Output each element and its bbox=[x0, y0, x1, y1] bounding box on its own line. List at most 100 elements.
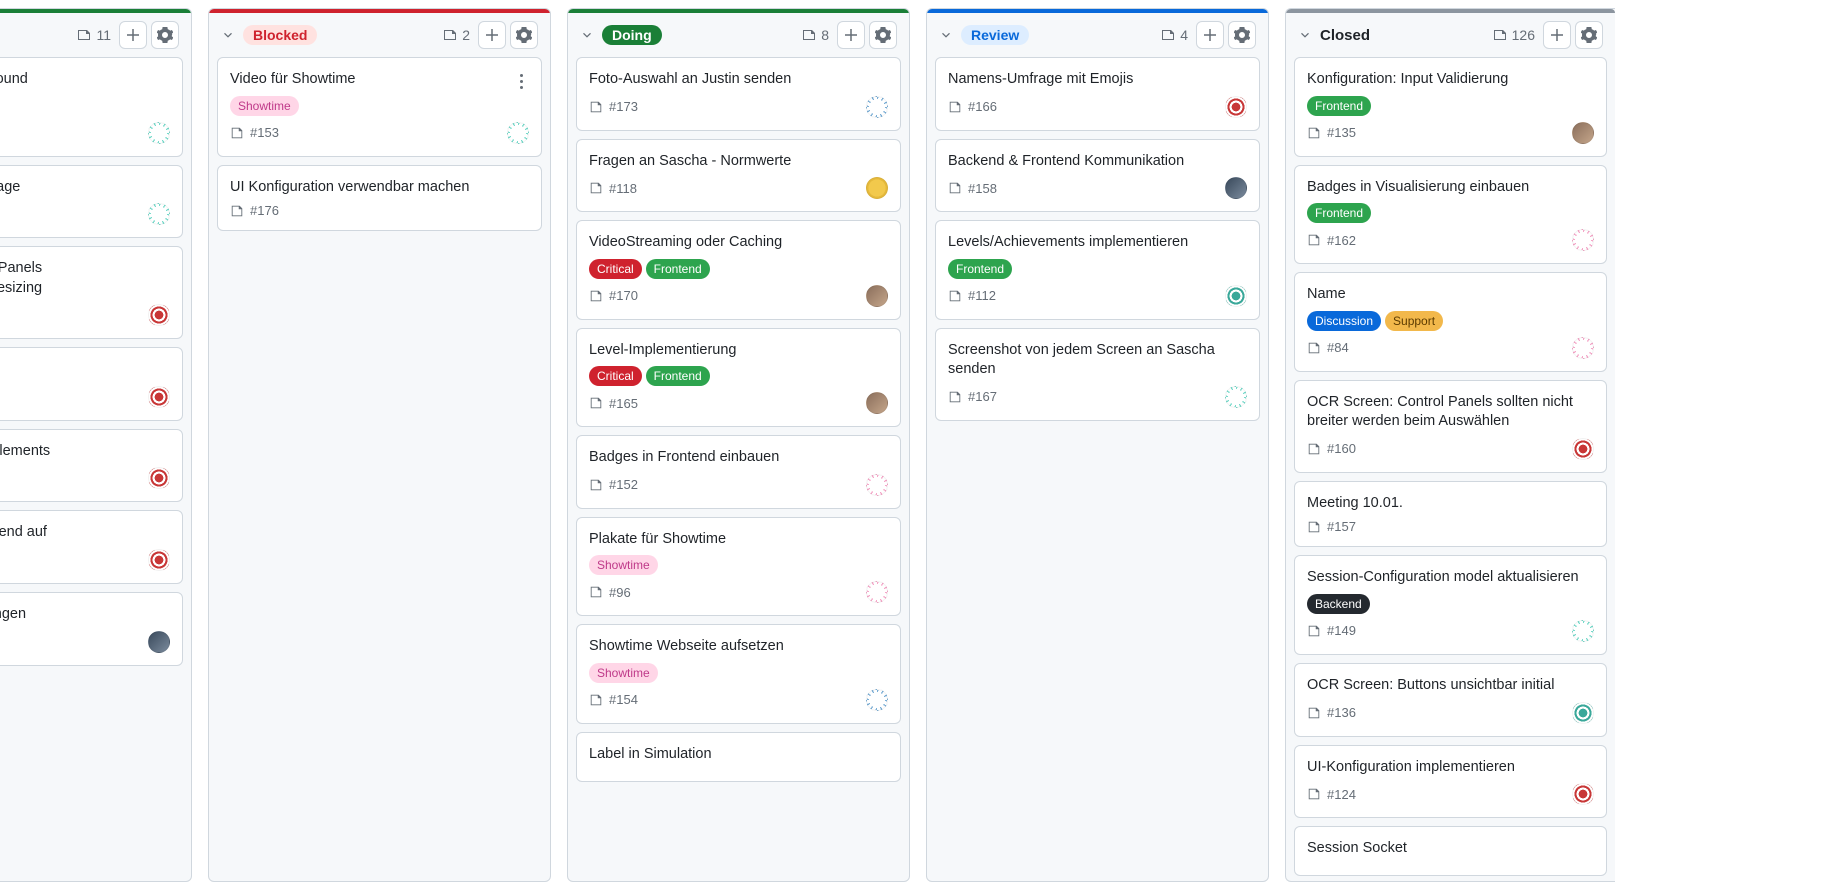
label-frontend: Frontend bbox=[1307, 96, 1371, 116]
card[interactable]: ge: UI Elements bbox=[0, 429, 183, 503]
avatar[interactable] bbox=[148, 467, 170, 489]
card-footer bbox=[0, 203, 170, 225]
avatar[interactable] bbox=[1225, 96, 1247, 118]
avatar[interactable] bbox=[148, 386, 170, 408]
card-footer bbox=[0, 386, 170, 408]
avatar[interactable] bbox=[866, 96, 888, 118]
card-list: Video für ShowtimeShowtime#153 UI Konfigu… bbox=[209, 57, 550, 881]
card-footer: #176 bbox=[230, 203, 529, 218]
card[interactable]: Namens-Umfrage mit Emojis#166 bbox=[935, 57, 1260, 131]
avatar[interactable] bbox=[148, 304, 170, 326]
issue-ref: #112 bbox=[948, 288, 996, 303]
chevron-down-icon[interactable] bbox=[221, 28, 235, 42]
add-card-button[interactable] bbox=[1196, 21, 1224, 49]
add-card-button[interactable] bbox=[478, 21, 506, 49]
card[interactable]: Plakate für ShowtimeShowtime#96 bbox=[576, 517, 901, 617]
card[interactable]: NameDiscussionSupport#84 bbox=[1294, 272, 1607, 372]
kanban-board: 11 Warn-Soundnd Login PageControl Panels a… bbox=[0, 0, 1833, 882]
avatar[interactable] bbox=[866, 177, 888, 199]
column-title-pill: Blocked bbox=[243, 25, 317, 45]
card-title: OCR Screen: Control Panels sollten nicht… bbox=[1307, 393, 1594, 432]
card-title: UI Konfiguration verwendbar machen bbox=[230, 178, 529, 198]
avatar[interactable] bbox=[148, 203, 170, 225]
card[interactable]: Badges in Frontend einbauen#152 bbox=[576, 435, 901, 509]
avatar[interactable] bbox=[866, 581, 888, 603]
column-settings-button[interactable] bbox=[510, 21, 538, 49]
card[interactable]: Levels/Achievements implementierenFronte… bbox=[935, 220, 1260, 320]
card-footer: #173 bbox=[589, 96, 888, 118]
column-settings-button[interactable] bbox=[1575, 21, 1603, 49]
kebab-icon[interactable] bbox=[511, 68, 531, 94]
card-title: Screenshot von jedem Screen an Sascha se… bbox=[948, 341, 1247, 380]
label-showtime: Showtime bbox=[230, 96, 299, 116]
card-list: Warn-Soundnd Login PageControl Panels ado… bbox=[0, 57, 191, 881]
card[interactable]: npassungen bbox=[0, 592, 183, 666]
card-list: Konfiguration: Input ValidierungFrontend… bbox=[1286, 57, 1615, 881]
card[interactable]: Label in Simulation bbox=[576, 732, 901, 782]
chevron-down-icon[interactable] bbox=[939, 28, 953, 42]
avatar[interactable] bbox=[1572, 229, 1594, 251]
card[interactable]: OCR Screen: Buttons unsichtbar initial#1… bbox=[1294, 663, 1607, 737]
card[interactable]: Badges in Visualisierung einbauenFronten… bbox=[1294, 165, 1607, 265]
card[interactable]: Foto-Auswahl an Justin senden#173 bbox=[576, 57, 901, 131]
avatar[interactable] bbox=[866, 392, 888, 414]
card[interactable]: VideoStreaming oder CachingCriticalFront… bbox=[576, 220, 901, 320]
card[interactable]: Showtime Webseite aufsetzen Showtime #154 bbox=[576, 624, 901, 724]
card[interactable]: Session-Configuration model aktualisiere… bbox=[1294, 555, 1607, 655]
avatar[interactable] bbox=[1572, 620, 1594, 642]
avatar[interactable] bbox=[148, 122, 170, 144]
avatar[interactable] bbox=[866, 285, 888, 307]
card[interactable]: Meeting 10.01.#157 bbox=[1294, 481, 1607, 548]
column-count: 4 bbox=[1160, 27, 1188, 43]
card[interactable]: OCR Screen: Control Panels sollten nicht… bbox=[1294, 380, 1607, 473]
card[interactable]: Videos bbox=[0, 347, 183, 421]
card[interactable]: Warn-Soundnd bbox=[0, 57, 183, 157]
avatar[interactable] bbox=[866, 689, 888, 711]
avatar[interactable] bbox=[507, 122, 529, 144]
card[interactable]: Fragen an Sascha - Normwerte#118 bbox=[576, 139, 901, 213]
avatar[interactable] bbox=[1225, 386, 1247, 408]
column-settings-button[interactable] bbox=[869, 21, 897, 49]
card[interactable]: Screenshot von jedem Screen an Sascha se… bbox=[935, 328, 1260, 421]
column-count: 11 bbox=[76, 27, 111, 43]
card-labels: DiscussionSupport bbox=[1307, 311, 1594, 331]
card[interactable]: Control Panels adow-Resizing bbox=[0, 246, 183, 339]
card[interactable]: Session Socket bbox=[1294, 826, 1607, 876]
card[interactable]: Backend & Frontend Kommunikation#158 bbox=[935, 139, 1260, 213]
column-settings-button[interactable] bbox=[1228, 21, 1256, 49]
issue-ref: #154 bbox=[589, 692, 638, 707]
avatar[interactable] bbox=[866, 474, 888, 496]
chevron-down-icon[interactable] bbox=[1298, 28, 1312, 42]
label-showtime: Showtime bbox=[589, 663, 658, 683]
avatar[interactable] bbox=[148, 549, 170, 571]
avatar[interactable] bbox=[1572, 702, 1594, 724]
card[interactable]: Login Page bbox=[0, 165, 183, 239]
column-settings-button[interactable] bbox=[151, 21, 179, 49]
card-footer bbox=[0, 122, 170, 144]
add-card-button[interactable] bbox=[119, 21, 147, 49]
card-title: Showtime Webseite aufsetzen bbox=[589, 637, 888, 657]
avatar[interactable] bbox=[1572, 438, 1594, 460]
card[interactable]: Level-ImplementierungCriticalFrontend#16… bbox=[576, 328, 901, 428]
column-title-pill: Review bbox=[961, 25, 1029, 45]
card[interactable]: Konfiguration: Input ValidierungFrontend… bbox=[1294, 57, 1607, 157]
avatar[interactable] bbox=[1572, 337, 1594, 359]
avatar[interactable] bbox=[1572, 122, 1594, 144]
card[interactable]: UI Konfiguration verwendbar machen #176 bbox=[217, 165, 542, 232]
avatar[interactable] bbox=[1225, 285, 1247, 307]
card-labels: Showtime bbox=[589, 663, 888, 683]
card-footer: #167 bbox=[948, 386, 1247, 408]
card-footer: #118 bbox=[589, 177, 888, 199]
column-partial: 11 Warn-Soundnd Login PageControl Panels a… bbox=[0, 8, 192, 882]
issue-ref: #160 bbox=[1307, 441, 1356, 456]
column-actions: 4 bbox=[1160, 21, 1256, 49]
add-card-button[interactable] bbox=[1543, 21, 1571, 49]
card[interactable]: UI-Konfiguration implementieren#124 bbox=[1294, 745, 1607, 819]
chevron-down-icon[interactable] bbox=[580, 28, 594, 42]
card[interactable]: n basierend auf bbox=[0, 510, 183, 584]
avatar[interactable] bbox=[1572, 783, 1594, 805]
add-card-button[interactable] bbox=[837, 21, 865, 49]
avatar[interactable] bbox=[148, 631, 170, 653]
avatar[interactable] bbox=[1225, 177, 1247, 199]
card[interactable]: Video für ShowtimeShowtime#153 bbox=[217, 57, 542, 157]
